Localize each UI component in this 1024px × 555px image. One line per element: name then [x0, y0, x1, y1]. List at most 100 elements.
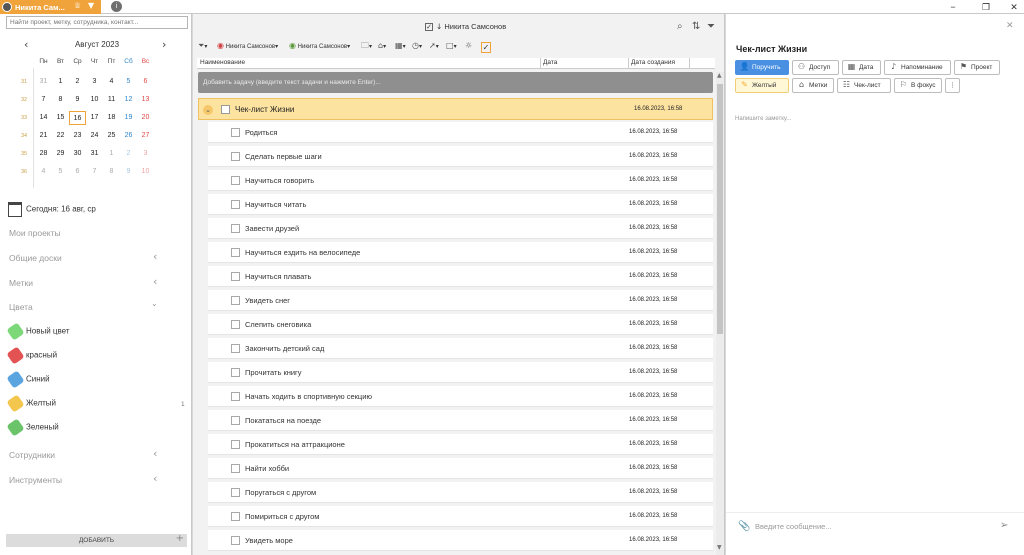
- nav-colors[interactable]: Цвета: [9, 302, 33, 312]
- calendar-day[interactable]: 8: [103, 165, 120, 179]
- more-button[interactable]: ⋮: [945, 78, 960, 93]
- calendar-day[interactable]: 30: [69, 147, 86, 161]
- chevron-left-icon[interactable]: ‹: [153, 448, 157, 459]
- calendar-day[interactable]: 10: [137, 165, 154, 179]
- color-item[interactable]: красный: [6, 346, 57, 365]
- scroll-down-icon[interactable]: ▼: [717, 545, 722, 551]
- scrollbar-thumb[interactable]: [717, 84, 723, 334]
- collapse-toggle-icon[interactable]: ⌄: [203, 105, 213, 115]
- checklist-button[interactable]: ☷ Чек-лист: [837, 78, 891, 93]
- task-row[interactable]: Родиться 16.08.2023, 16:58: [208, 122, 713, 143]
- task-row[interactable]: Прочитать книгу 16.08.2023, 16:58: [208, 362, 713, 383]
- calendar-day[interactable]: 28: [35, 147, 52, 161]
- calendar-day[interactable]: 24: [86, 129, 103, 143]
- task-row[interactable]: Закончить детский сад 16.08.2023, 16:58: [208, 338, 713, 359]
- next-month-button[interactable]: ›: [162, 39, 166, 50]
- calendar-day[interactable]: 6: [69, 165, 86, 179]
- calendar-day[interactable]: 3: [86, 75, 103, 89]
- calendar-day[interactable]: 25: [103, 129, 120, 143]
- note-input[interactable]: Напишите заметку...: [735, 116, 791, 122]
- add-task-input[interactable]: Добавить задачу (введите текст задачи и …: [198, 72, 713, 93]
- col-date[interactable]: Дата: [543, 59, 557, 66]
- task-checkbox[interactable]: [231, 176, 240, 185]
- task-row[interactable]: Научиться читать 16.08.2023, 16:58: [208, 194, 713, 215]
- toolbar-folder[interactable]: 🗀▾: [361, 42, 372, 51]
- task-row[interactable]: Прокатиться на аттракционе 16.08.2023, 16…: [208, 434, 713, 455]
- calendar-day[interactable]: 18: [103, 111, 120, 125]
- scrollbar[interactable]: ▲ ▼: [716, 72, 724, 555]
- close-window-button[interactable]: ✕: [1006, 1, 1022, 13]
- calendar-day[interactable]: 15: [52, 111, 69, 125]
- nav-my-projects[interactable]: Мои проекты: [9, 228, 61, 238]
- calendar-day[interactable]: 23: [69, 129, 86, 143]
- task-checkbox[interactable]: [231, 416, 240, 425]
- focus-button[interactable]: ⚐ В фокус: [894, 78, 942, 93]
- filter-icon[interactable]: ⏷: [707, 22, 715, 32]
- task-checkbox[interactable]: [231, 440, 240, 449]
- toolbar-date[interactable]: ▦▾: [395, 42, 406, 51]
- task-checkbox[interactable]: [231, 248, 240, 257]
- assign-button[interactable]: 👤 Поручить: [735, 60, 789, 75]
- calendar-day[interactable]: 7: [86, 165, 103, 179]
- today-link[interactable]: Сегодня: 16 авг, ср: [8, 202, 96, 217]
- calendar-day[interactable]: 7: [35, 93, 52, 107]
- task-checkbox[interactable]: [231, 320, 240, 329]
- calendar-day[interactable]: 22: [52, 129, 69, 143]
- checklist-group-row[interactable]: ⌄ Чек-лист Жизни 16.08.2023, 16:58: [198, 98, 713, 120]
- calendar-day[interactable]: 5: [120, 75, 137, 89]
- add-button[interactable]: ДОБАВИТЬ +: [6, 534, 187, 547]
- date-button[interactable]: ▦ Дата: [842, 60, 881, 75]
- calendar-day[interactable]: 29: [52, 147, 69, 161]
- task-row[interactable]: Поругаться с другом 16.08.2023, 16:58: [208, 482, 713, 503]
- task-row[interactable]: Начать ходить в спортивную секцию 16.08.2…: [208, 386, 713, 407]
- task-checkbox[interactable]: [231, 392, 240, 401]
- nav-tags[interactable]: Метки: [9, 278, 33, 288]
- calendar-day[interactable]: 31: [86, 147, 103, 161]
- reminder-button[interactable]: ♪ Напоминание: [884, 60, 951, 75]
- task-checkbox[interactable]: [231, 536, 240, 545]
- calendar-day[interactable]: 1: [52, 75, 69, 89]
- toolbar-time[interactable]: ◷▾: [412, 42, 422, 51]
- chevron-left-icon[interactable]: ‹: [153, 473, 157, 484]
- task-row[interactable]: Сделать первые шаги 16.08.2023, 16:58: [208, 146, 713, 167]
- user-menu[interactable]: Никита Сам... ♕ ▼: [0, 0, 101, 14]
- show-done-toggle[interactable]: ✓: [481, 42, 491, 53]
- calendar-day[interactable]: 8: [52, 93, 69, 107]
- task-row[interactable]: Покататься на поезде 16.08.2023, 16:58: [208, 410, 713, 431]
- task-row[interactable]: Помириться с другом 16.08.2023, 16:58: [208, 506, 713, 527]
- nav-tools[interactable]: Инструменты: [9, 475, 62, 485]
- minimize-button[interactable]: −: [945, 1, 961, 13]
- task-checkbox[interactable]: [231, 344, 240, 353]
- group-checkbox[interactable]: [221, 105, 230, 114]
- calendar-day[interactable]: 3: [137, 147, 154, 161]
- close-icon[interactable]: ✕: [1006, 22, 1014, 31]
- task-checkbox[interactable]: [231, 272, 240, 281]
- calendar-day[interactable]: 16: [69, 111, 86, 125]
- calendar-day[interactable]: 2: [69, 75, 86, 89]
- scroll-up-icon[interactable]: ▲: [717, 73, 722, 79]
- calendar-day[interactable]: 10: [86, 93, 103, 107]
- calendar-day[interactable]: 14: [35, 111, 52, 125]
- search-icon[interactable]: ⌕: [677, 22, 683, 32]
- toolbar-user-author[interactable]: ◉ Никита Самсонов▾: [289, 42, 350, 51]
- calendar-day[interactable]: 26: [120, 129, 137, 143]
- chevron-down-icon[interactable]: ⌄: [151, 300, 158, 308]
- nav-shared-boards[interactable]: Общие доски: [9, 253, 62, 263]
- chevron-left-icon[interactable]: ‹: [153, 276, 157, 287]
- calendar-day[interactable]: 27: [137, 129, 154, 143]
- calendar-day[interactable]: 31: [35, 75, 52, 89]
- task-row[interactable]: Научиться плавать 16.08.2023, 16:58: [208, 266, 713, 287]
- calendar-day[interactable]: 20: [137, 111, 154, 125]
- calendar-day[interactable]: 1: [103, 147, 120, 161]
- prev-month-button[interactable]: ‹: [24, 39, 28, 50]
- calendar-day[interactable]: 21: [35, 129, 52, 143]
- calendar-day[interactable]: 17: [86, 111, 103, 125]
- toolbar-tag[interactable]: ⌂▾: [378, 42, 386, 51]
- task-checkbox[interactable]: [231, 296, 240, 305]
- task-checkbox[interactable]: [231, 512, 240, 521]
- message-input[interactable]: Введите сообщение...: [755, 522, 832, 531]
- sort-icon[interactable]: ⇅: [692, 22, 700, 32]
- task-row[interactable]: Научиться говорить 16.08.2023, 16:58: [208, 170, 713, 191]
- toolbar-priority[interactable]: ➚▾: [429, 42, 439, 51]
- search-input[interactable]: [6, 16, 188, 29]
